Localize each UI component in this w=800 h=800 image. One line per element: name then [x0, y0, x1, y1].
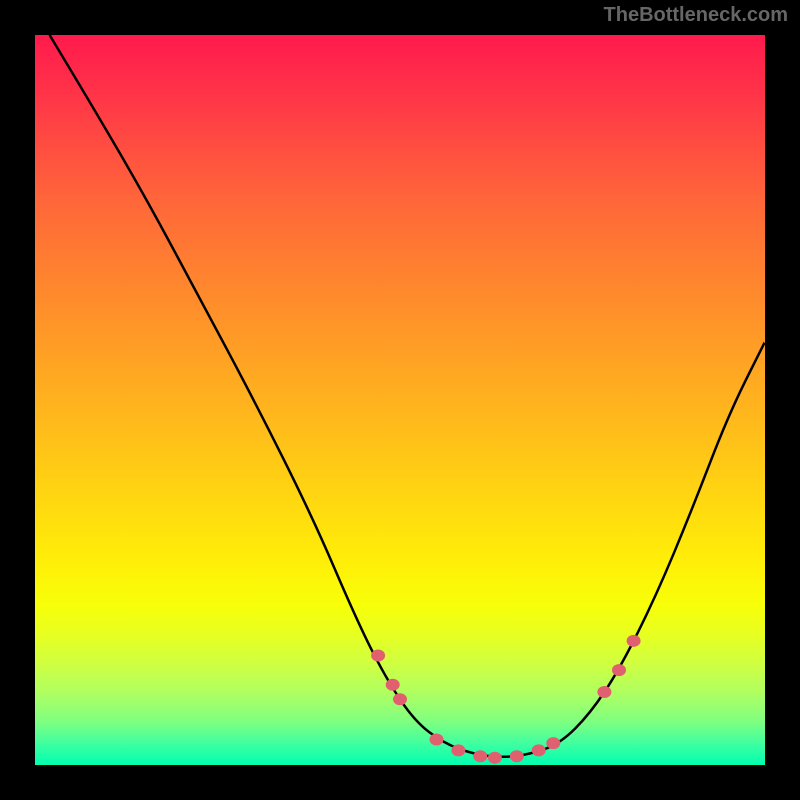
data-marker [430, 734, 444, 746]
data-marker [473, 750, 487, 762]
data-marker [451, 744, 465, 756]
data-marker [488, 752, 502, 764]
data-marker [532, 744, 546, 756]
plot-area [35, 35, 765, 765]
data-marker [371, 650, 385, 662]
data-marker [612, 664, 626, 676]
data-marker [597, 686, 611, 698]
data-marker [546, 737, 560, 749]
chart-svg [35, 35, 765, 765]
data-marker [386, 679, 400, 691]
data-marker [627, 635, 641, 647]
bottleneck-curve [50, 35, 765, 757]
data-marker [393, 693, 407, 705]
data-marker [510, 750, 524, 762]
watermark-text: TheBottleneck.com [604, 4, 788, 27]
